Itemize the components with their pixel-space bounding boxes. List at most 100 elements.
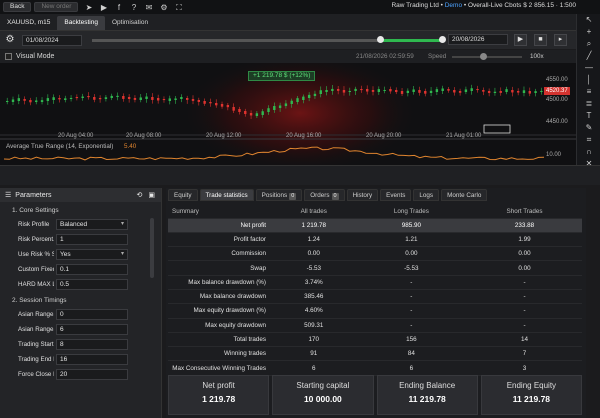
table-row[interactable]: Commission 0.00 0.00 0.00 (168, 246, 582, 262)
tab-logs[interactable]: Logs (413, 189, 440, 201)
use-risk-select[interactable]: Yes ▾ (56, 249, 128, 260)
facebook-icon[interactable]: f (114, 3, 123, 12)
candle-body (429, 90, 433, 93)
symbol-tab[interactable]: XAUUSD, m15 (0, 16, 57, 30)
candle-body (203, 101, 206, 104)
save-icon[interactable]: ▣ (148, 191, 155, 199)
new-order-button[interactable]: New order (34, 2, 79, 12)
candle-body (400, 91, 404, 94)
cursor-icon[interactable]: ↖ (577, 14, 600, 26)
risk-percent-input[interactable]: 1 (56, 234, 128, 245)
tab-positions[interactable]: Positions 0 (255, 189, 303, 201)
tab-monte-carlo[interactable]: Monte Carlo (441, 189, 488, 201)
channel-icon[interactable]: ≡ (577, 86, 600, 98)
param-value: 0.5 (60, 281, 70, 288)
zoom-icon[interactable]: ⌕ (577, 38, 600, 50)
account-info[interactable]: Raw Trading Ltd • Demo • Overall-Live Cb… (391, 2, 576, 9)
candle-body (528, 91, 531, 94)
tab-backtesting[interactable]: Backtesting (57, 16, 105, 30)
candle-body (93, 97, 96, 100)
price-level-3: 4450.00 (546, 119, 568, 125)
tab-equity[interactable]: Equity (168, 189, 198, 201)
risk-profile-select[interactable]: Balanced ▾ (56, 219, 128, 230)
table-row[interactable]: Max balance drawdown 385.46- - (168, 289, 582, 305)
settings-icon[interactable]: ⚙ (159, 3, 168, 12)
fibonacci-icon[interactable]: ≣ (577, 98, 600, 110)
range-end-handle[interactable] (439, 36, 446, 43)
measure-icon[interactable]: ⌗ (577, 134, 600, 146)
row-label: Max Consecutive Winning Trades (168, 360, 272, 376)
tab-trade-statistics[interactable]: Trade statistics (199, 189, 254, 201)
asian-range-end-input[interactable]: 6 (56, 324, 128, 335)
tab-label: Positions (261, 192, 288, 199)
help-icon[interactable]: ? (129, 3, 138, 12)
table-row[interactable]: Total trades 170 156 14 (168, 332, 582, 348)
end-date-field[interactable]: 20/08/2026 (448, 34, 508, 45)
row-label: Max equity drawdown (168, 318, 272, 333)
param-label: Use Risk % Si... (18, 251, 54, 258)
brush-icon[interactable]: ✎ (577, 122, 600, 134)
text-icon[interactable]: T (577, 110, 600, 122)
vertical-line-icon[interactable]: │ (577, 74, 600, 86)
pnl-badge: +1 219.78 $ (+12%) (248, 71, 316, 81)
trading-end-input[interactable]: 16 (56, 354, 128, 365)
candle-body (441, 88, 444, 91)
table-row[interactable]: Max balance drawdown (%) 3.74% - - (168, 275, 582, 290)
candle-body (238, 109, 241, 112)
back-button[interactable]: Back (3, 2, 32, 12)
horizontal-line-icon[interactable]: — (577, 62, 600, 74)
table-row[interactable]: Profit factor 1.24 1.21 1.99 (168, 232, 582, 248)
price-chart[interactable]: +1 219.78 $ (+12%) 4550.00 4500.00 4450.… (0, 53, 576, 173)
selection-box[interactable] (483, 124, 511, 134)
candle-body (151, 97, 154, 100)
cell-value: - (467, 303, 582, 319)
tab-events[interactable]: Events (380, 189, 412, 201)
hard-max-input[interactable]: 0.5 (56, 279, 128, 290)
table-row[interactable]: Swap -5.53 -5.53 0.00 (168, 260, 582, 276)
table-header[interactable]: Summary All trades Long Trades Short Trades (168, 205, 582, 219)
candle-body (458, 91, 462, 93)
fullscreen-icon[interactable]: ⛶ (174, 3, 183, 12)
candle-body (296, 98, 299, 102)
candle-body (540, 90, 543, 92)
visual-mode-checkbox[interactable] (5, 53, 12, 60)
telegram-icon[interactable]: ➤ (84, 3, 93, 12)
range-start-handle[interactable] (377, 36, 384, 43)
force-close-input[interactable]: 20 (56, 369, 128, 380)
table-row[interactable]: Net profit 1 219.78 985.90 233.88 (168, 218, 582, 233)
card-value: 11 219.78 (408, 394, 446, 404)
candle-body (307, 94, 311, 98)
speed-handle[interactable] (480, 53, 487, 60)
reset-icon[interactable]: ⟲ (137, 191, 143, 199)
speed-slider[interactable] (452, 56, 522, 58)
custom-fixed-input[interactable]: 0.1 (56, 264, 128, 275)
chevron-down-icon: ▾ (120, 251, 124, 257)
tab-optimisation[interactable]: Optimisation (105, 16, 155, 30)
candle-body (487, 91, 491, 93)
start-date-field[interactable]: 01/08/2024 (22, 34, 82, 46)
trendline-icon[interactable]: ╱ (577, 50, 600, 62)
cell-value: - (355, 289, 468, 305)
gear-icon[interactable]: ⚙ (4, 34, 16, 46)
step-button[interactable]: ▸ (554, 34, 567, 46)
table-row[interactable]: Max Consecutive Winning Trades 6 6 3 (168, 360, 582, 376)
table-row[interactable]: Winning trades 91 84 7 (168, 346, 582, 362)
param-value: Balanced (60, 221, 88, 228)
play-button[interactable]: ▶ (514, 34, 527, 46)
stop-button[interactable]: ■ (534, 34, 547, 46)
indicator-title: Average True Range (14, Exponential) (6, 143, 114, 150)
tab-history[interactable]: History (346, 189, 379, 201)
cell-value: - (467, 318, 582, 333)
param-value: Yes (60, 251, 71, 258)
tab-orders[interactable]: Orders 0 (304, 189, 345, 201)
crosshair-icon[interactable]: + (577, 26, 600, 38)
table-row[interactable]: Max equity drawdown (%) 4.60% - - (168, 303, 582, 319)
feedback-icon[interactable]: ✉ (144, 3, 153, 12)
asian-range-start-input[interactable]: 0 (56, 309, 128, 320)
youtube-icon[interactable]: ▶ (99, 3, 108, 12)
table-row[interactable]: Max equity drawdown 509.31- - (168, 318, 582, 333)
time-label-6: 21 Aug 01:00 (446, 133, 482, 139)
magnet-icon[interactable]: ∩ (577, 146, 600, 158)
params-scrollbar[interactable] (150, 218, 154, 278)
trading-start-input[interactable]: 8 (56, 339, 128, 350)
